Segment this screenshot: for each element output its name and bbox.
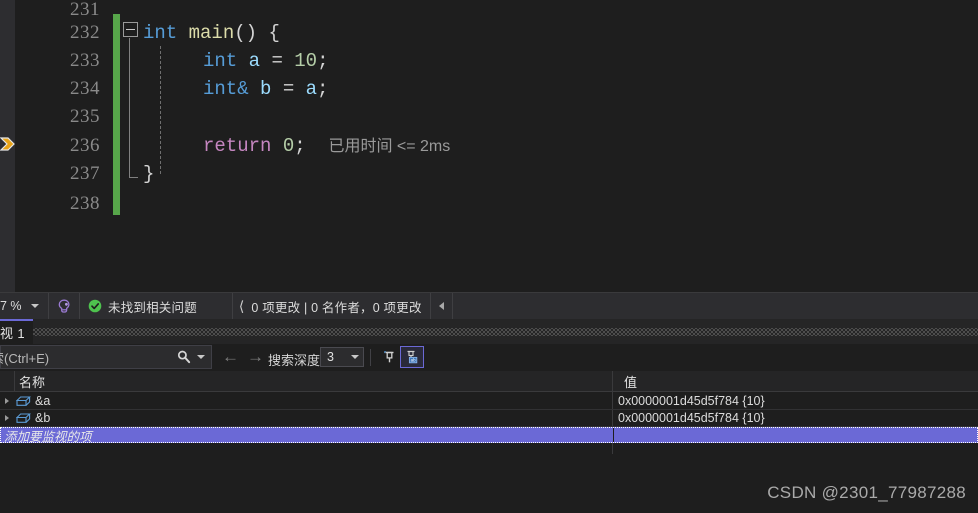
source-control-text: 0 项更改 | 0 名作者，0 项更改 [251,300,422,315]
rename-variable-button[interactable]: ab [400,346,424,368]
search-placeholder: 索(Ctrl+E) [0,350,50,366]
rename-variable-icon: ab [407,350,418,364]
token-keyword: int [203,50,238,72]
elapsed-time-hint: 已用时间 <= 2ms [328,138,451,155]
code-text: int main() { int a = 10; int& b = a; ret… [123,0,978,292]
orange-right-arrow-icon[interactable] [0,132,15,156]
line-number: 233 [70,50,100,71]
toolbar-divider [370,349,371,366]
source-control-more-button[interactable] [431,292,453,320]
search-depth-label: 搜索深度: [268,353,324,368]
table-row[interactable]: &a 0x0000001d45d5f784 {10} [0,393,978,410]
row-name-cell: &a [0,393,50,409]
column-header-value[interactable]: 值 [613,371,978,391]
code-surface[interactable]: 231 232 233 234 235 236 237 238 int main… [15,0,978,292]
search-depth-combo[interactable]: 3 [320,347,364,367]
watch-tab-strip: 视 1 [0,319,978,344]
search-depth-value: 3 [327,350,334,364]
variable-name: &a [35,394,51,408]
line-number: 237 [70,163,100,184]
expander-triangle-icon[interactable] [3,414,12,423]
code-editor: 231 232 233 234 235 236 237 238 int main… [0,0,978,292]
add-watch-placeholder: 添加要监视的项 [4,429,92,444]
watch-toolbar: 索(Ctrl+E) ← → 搜索深度: 3 [0,344,978,371]
arrow-left-icon[interactable]: ← [219,348,242,365]
token-identifier: b [260,78,272,100]
copilot-status-button[interactable] [49,293,79,320]
chevron-left-icon[interactable]: ⟨ [239,299,244,313]
line-number: 236 [70,135,100,156]
chevron-down-icon[interactable] [197,355,205,359]
column-divider [613,428,614,442]
source-control-status[interactable]: ⟨ 0 项更改 | 0 名作者，0 项更改 [231,292,431,320]
issue-status-text: 未找到相关问题 [108,300,197,315]
line-number: 235 [70,106,100,127]
chevron-down-icon[interactable] [30,304,39,308]
expander-triangle-icon[interactable] [3,397,12,406]
zoom-level-selector[interactable]: 7 % [0,293,48,320]
variable-name: &b [35,411,51,425]
change-indicator-bar [113,14,120,215]
code-line-234: int& b = a; [123,75,328,103]
row-value-cell[interactable]: 0x0000001d45d5f784 {10} [618,410,765,426]
token-parens: () [234,22,258,44]
row-name-cell: &b [0,410,50,426]
arrow-right-icon[interactable]: → [244,348,267,365]
column-header-name[interactable]: 名称 [0,371,631,391]
token-number: 0 [282,135,295,157]
editor-indicator-margin[interactable] [0,0,15,292]
line-number-gutter: 231 232 233 234 235 236 237 238 [15,0,110,292]
svg-text:ab: ab [411,358,416,363]
object-box-icon [16,395,31,406]
token-semicolon: ; [294,135,306,157]
watermark-text: CSDN @2301_77987288 [767,483,966,502]
token-number: 10 [294,50,318,72]
watch-variables-table: 名称 值 &a 0x0000001d45d5f784 {10} &b 0x000… [0,371,978,454]
code-line-237: } [123,160,154,188]
zoom-level-value: 7 % [0,299,22,313]
token-control: return [203,135,272,157]
tab-label: 视 1 [0,326,26,341]
token-semicolon: ; [317,78,329,100]
visual-studio-window: 231 232 233 234 235 236 237 238 int main… [0,0,978,513]
line-number: 238 [70,193,100,214]
check-circle-icon [88,299,102,313]
token-keyword: int& [203,78,249,100]
token-function: main [188,22,235,44]
triangle-left-icon [438,302,444,310]
line-number: 232 [70,22,100,43]
token-semicolon: ; [317,50,329,72]
token-operator: = [282,78,295,100]
code-line-236: return 0; 已用时间 <= 2ms [123,132,450,160]
row-value-cell[interactable]: 0x0000001d45d5f784 {10} [618,393,765,409]
table-header: 名称 值 [0,371,978,392]
code-line-232: int main() { [123,19,280,47]
chevron-down-icon[interactable] [351,355,359,359]
add-watch-row[interactable]: 添加要监视的项 [0,427,978,444]
tab-watch-1[interactable]: 视 1 [0,319,34,344]
token-brace: } [143,163,155,185]
copilot-icon [58,299,70,313]
search-input[interactable]: 索(Ctrl+E) [0,345,212,369]
tab-strip-texture [32,328,978,336]
line-number: 231 [70,0,100,20]
pin-icon [383,350,393,362]
token-keyword: int [143,22,178,44]
line-number: 234 [70,78,100,99]
status-bar: 7 % 未找到相关问题 ⟨ 0 项更改 | 0 名作者，0 项更改 [0,292,978,320]
search-icon[interactable] [176,349,192,365]
token-identifier: a [248,50,261,72]
token-operator: = [271,50,283,72]
token-identifier: a [305,78,318,100]
pin-button[interactable] [377,346,401,368]
object-box-icon [16,412,31,423]
token-brace: { [268,22,280,44]
code-line-233: int a = 10; [123,47,328,75]
table-row[interactable]: &b 0x0000001d45d5f784 {10} [0,410,978,427]
issue-status[interactable]: 未找到相关问题 [80,293,207,320]
